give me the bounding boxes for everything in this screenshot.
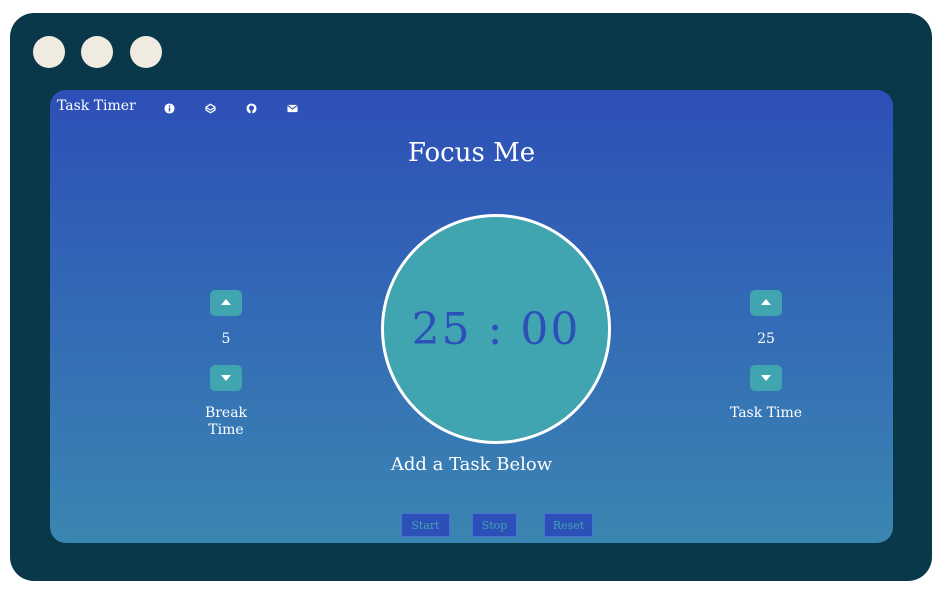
- task-label: Add a Task Below: [390, 454, 553, 475]
- mail-icon[interactable]: [285, 101, 299, 115]
- window-dot-1: [33, 36, 65, 68]
- codepen-icon[interactable]: [203, 101, 217, 115]
- break-time-label: Break Time: [204, 405, 248, 438]
- arrow-down-icon: [221, 375, 231, 381]
- arrow-up-icon: [221, 299, 231, 305]
- page-title: Focus Me: [407, 138, 536, 168]
- arrow-down-icon: [761, 375, 771, 381]
- break-time-control: 5 Break Time: [181, 290, 271, 439]
- arrow-up-icon: [761, 299, 771, 305]
- task-time-control: 25 Task Time: [721, 290, 811, 422]
- reset-button[interactable]: Reset: [544, 513, 593, 537]
- brand-title[interactable]: Task Timer: [57, 98, 136, 114]
- break-increment-button[interactable]: [210, 290, 242, 316]
- info-icon[interactable]: [162, 101, 176, 115]
- start-button[interactable]: Start: [401, 513, 450, 537]
- app-screen: Task Timer Focus Me 5 Break Time 25 : 00: [50, 90, 893, 543]
- window-dot-3: [130, 36, 162, 68]
- break-decrement-button[interactable]: [210, 365, 242, 391]
- stop-button[interactable]: Stop: [472, 513, 517, 537]
- window-dot-2: [81, 36, 113, 68]
- timer-circle: 25 : 00: [381, 214, 611, 444]
- task-time-label: Task Time: [729, 405, 803, 421]
- task-increment-button[interactable]: [750, 290, 782, 316]
- navbar: Task Timer: [50, 90, 893, 124]
- task-decrement-button[interactable]: [750, 365, 782, 391]
- timer-display: 25 : 00: [411, 303, 581, 355]
- task-time-value: 25: [757, 331, 775, 347]
- device-frame: Task Timer Focus Me 5 Break Time 25 : 00: [10, 13, 932, 581]
- github-icon[interactable]: [244, 101, 258, 115]
- break-time-value: 5: [221, 331, 231, 347]
